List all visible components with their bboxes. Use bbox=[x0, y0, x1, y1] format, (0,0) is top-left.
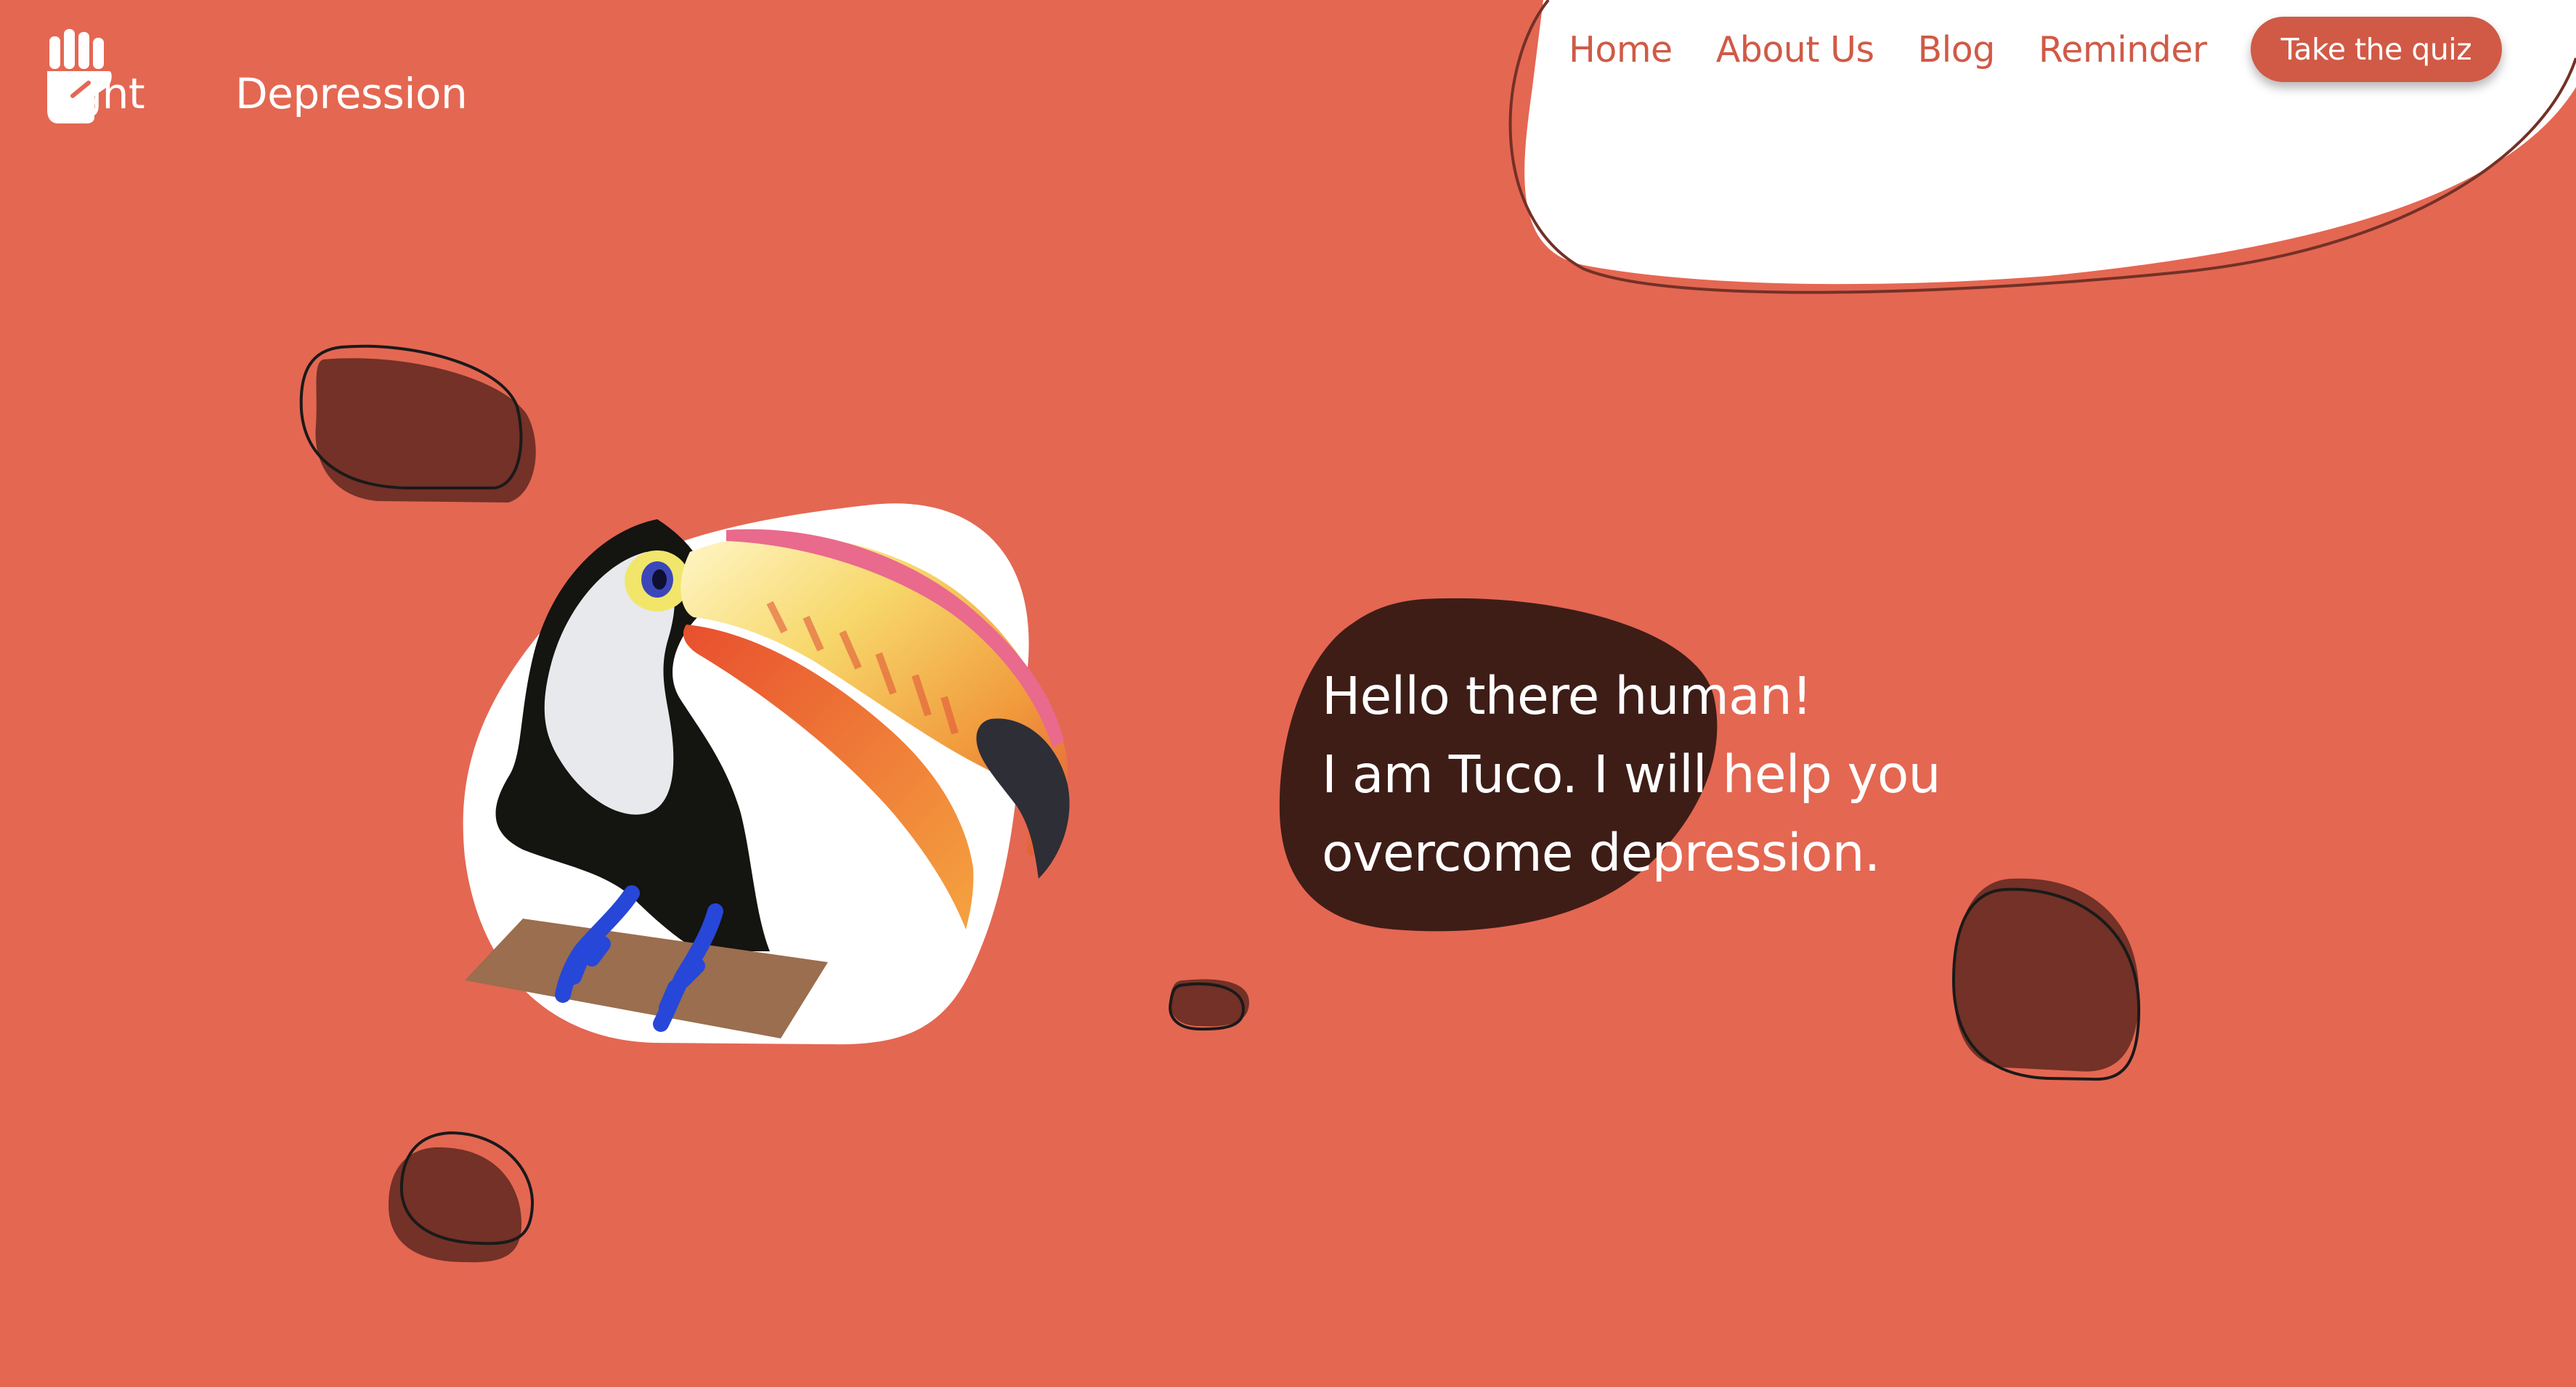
nav-home-link[interactable]: Home bbox=[1569, 29, 1673, 70]
logo-word-depression: Depression bbox=[235, 69, 468, 118]
toucan-perch bbox=[465, 919, 828, 1038]
nav-blog-link[interactable]: Blog bbox=[1918, 29, 1996, 70]
nav-about-us-link[interactable]: About Us bbox=[1716, 29, 1874, 70]
raised-fist-icon bbox=[47, 29, 112, 123]
toucan-illustration bbox=[465, 519, 1070, 1038]
greeting-line: I am Tuco. I will help you bbox=[1322, 744, 1941, 805]
hero-greeting: Hello there human! I am Tuco. I will hel… bbox=[1322, 657, 2048, 892]
toucan-pupil bbox=[652, 569, 667, 590]
take-quiz-button[interactable]: Take the quiz bbox=[2250, 17, 2503, 82]
nav-reminder-link[interactable]: Reminder bbox=[2039, 29, 2207, 70]
greeting-line: overcome depression. bbox=[1322, 823, 1880, 883]
site-logo[interactable]: Fight Depression bbox=[44, 29, 494, 131]
page: Fight Depression Home About Us Blog Remi… bbox=[0, 0, 2576, 1387]
greeting-line: Hello there human! bbox=[1322, 666, 1812, 726]
main-nav: Home About Us Blog Reminder Take the qui… bbox=[1569, 13, 2503, 86]
